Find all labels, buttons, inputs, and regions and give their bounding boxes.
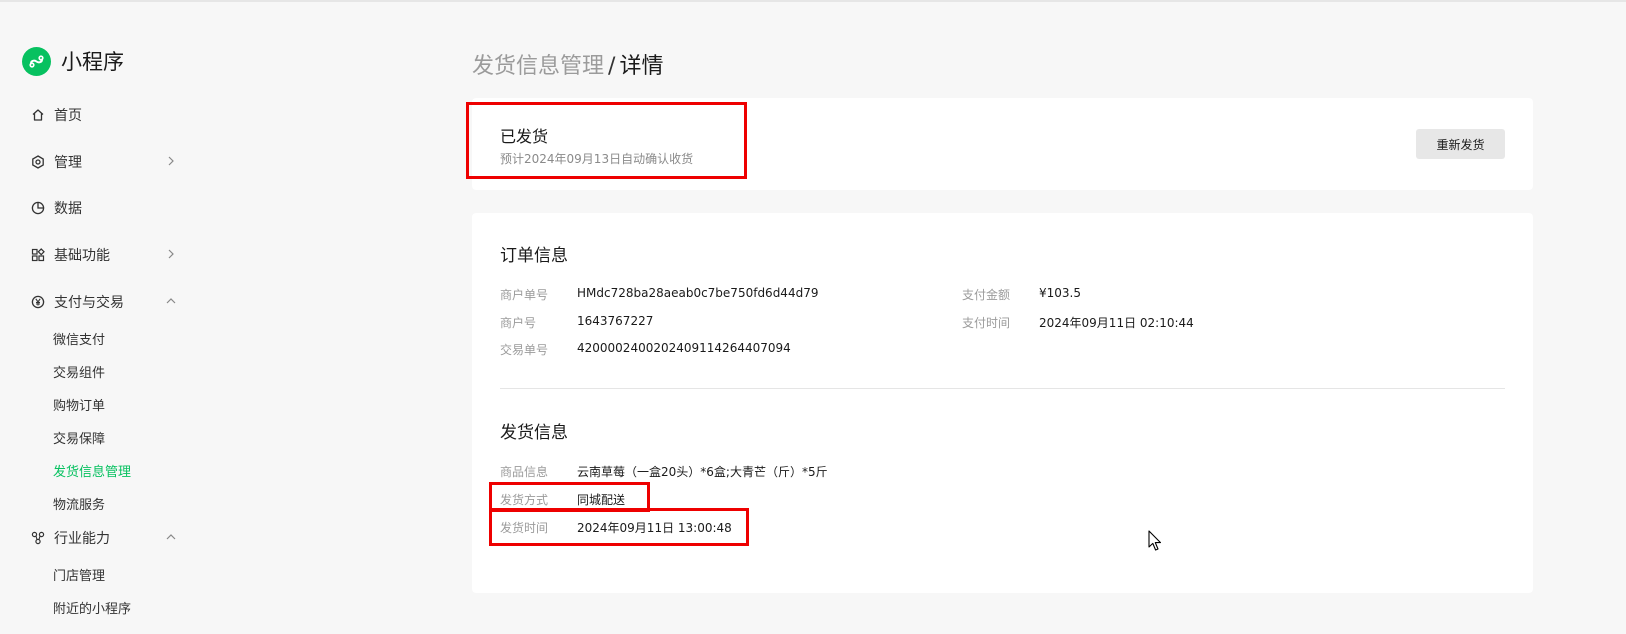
sidebar-item-manage[interactable]: 管理 [30, 151, 178, 173]
merchant-id-value: 1643767227 [577, 314, 654, 328]
sidebar-item-data[interactable]: 数据 [30, 197, 178, 219]
shipping-time-value: 2024年09月11日 13:00:48 [577, 521, 732, 535]
field-label: 商品信息 [500, 465, 549, 479]
sidebar-subitem-shipping-info-management[interactable]: 发货信息管理 [53, 461, 131, 480]
shipping-status-card: 已发货 预计2024年09月13日自动确认收货 重新发货 [472, 98, 1533, 190]
shipping-method-value: 同城配送 [577, 493, 626, 507]
payment-time-value: 2024年09月11日 02:10:44 [1039, 316, 1194, 330]
sidebar-item-label: 管理 [54, 155, 82, 171]
sidebar-item-label: 支付与交易 [54, 295, 124, 311]
brand[interactable]: 小程序 [22, 46, 124, 76]
payment-amount-value: ¥103.5 [1039, 286, 1081, 300]
sidebar-subitem-nearby-mini-programs[interactable]: 附近的小程序 [53, 598, 131, 617]
transaction-no-value: 4200002400202409114264407094 [577, 341, 791, 355]
field-label: 交易单号 [500, 343, 549, 357]
breadcrumb: 发货信息管理 / 详情 [472, 48, 663, 80]
sidebar-item-payment-trade[interactable]: 支付与交易 [30, 291, 178, 313]
sidebar-subitem-logistics-service[interactable]: 物流服务 [53, 494, 105, 513]
auto-confirm-notice: 预计2024年09月13日自动确认收货 [500, 152, 694, 166]
field-label: 发货时间 [500, 521, 549, 535]
chevron-right-icon [168, 156, 174, 166]
sidebar-item-label: 首页 [54, 108, 82, 124]
sidebar-subitem-trade-guarantee[interactable]: 交易保障 [53, 428, 105, 447]
order-details-card: 订单信息 商户单号 HMdc728ba28aeab0c7be750fd6d44d… [472, 213, 1533, 593]
field-label: 商户单号 [500, 288, 549, 302]
sidebar-subitem-trade-component[interactable]: 交易组件 [53, 362, 105, 381]
mouse-cursor-icon [1148, 530, 1162, 551]
shipping-info-row: 商品信息 云南草莓（一盒20头）*6盒;大青芒（斤）*5斤 [500, 463, 828, 480]
chevron-up-icon [166, 534, 176, 540]
order-info-row: 支付时间 2024年09月11日 02:10:44 [962, 314, 1194, 331]
sidebar-subitem-shopping-orders[interactable]: 购物订单 [53, 395, 105, 414]
sidebar-item-label: 数据 [54, 201, 82, 217]
reship-button[interactable]: 重新发货 [1416, 129, 1505, 159]
order-info-title: 订单信息 [500, 246, 568, 266]
shipping-info-row: 发货方式 同城配送 [500, 491, 625, 508]
gear-icon [30, 154, 46, 170]
order-info-row: 交易单号 4200002400202409114264407094 [500, 341, 791, 358]
sidebar-item-basic-functions[interactable]: 基础功能 [30, 244, 178, 266]
shipping-info-title: 发货信息 [500, 423, 568, 443]
yuan-icon [30, 294, 46, 310]
home-icon [30, 107, 46, 123]
chevron-right-icon [168, 249, 174, 259]
page-title: 详情 [619, 54, 664, 79]
industry-icon [30, 530, 46, 546]
grid-icon [30, 247, 46, 263]
breadcrumb-parent-link[interactable]: 发货信息管理 [472, 54, 604, 79]
field-label: 支付金额 [962, 288, 1011, 302]
order-info-row: 商户单号 HMdc728ba28aeab0c7be750fd6d44d79 [500, 286, 818, 303]
sidebar-item-industry-capability[interactable]: 行业能力 [30, 527, 178, 549]
order-info-row: 支付金额 ¥103.5 [962, 286, 1081, 303]
sidebar: 小程序 首页 管理 数据 基础功能 支付与交易 微信支付 交易组件 购物订单 交… [0, 2, 230, 634]
field-label: 支付时间 [962, 316, 1011, 330]
sidebar-subitem-store-management[interactable]: 门店管理 [53, 565, 105, 584]
chevron-up-icon [166, 298, 176, 304]
brand-name: 小程序 [61, 50, 124, 74]
product-info-value: 云南草莓（一盒20头）*6盒;大青芒（斤）*5斤 [577, 465, 828, 479]
field-label: 发货方式 [500, 493, 549, 507]
order-info-row: 商户号 1643767227 [500, 314, 653, 331]
sidebar-item-label: 基础功能 [54, 248, 110, 264]
section-divider [500, 388, 1505, 389]
sidebar-item-home[interactable]: 首页 [30, 104, 178, 126]
sidebar-subitem-wechat-pay[interactable]: 微信支付 [53, 329, 105, 348]
sidebar-item-label: 行业能力 [54, 531, 110, 547]
mini-program-logo-icon [22, 46, 51, 76]
pie-chart-icon [30, 200, 46, 216]
shipping-info-row: 发货时间 2024年09月11日 13:00:48 [500, 519, 732, 536]
shipping-status-title: 已发货 [500, 127, 549, 146]
merchant-order-no-value: HMdc728ba28aeab0c7be750fd6d44d79 [577, 286, 819, 300]
field-label: 商户号 [500, 316, 537, 330]
breadcrumb-separator: / [608, 54, 616, 79]
